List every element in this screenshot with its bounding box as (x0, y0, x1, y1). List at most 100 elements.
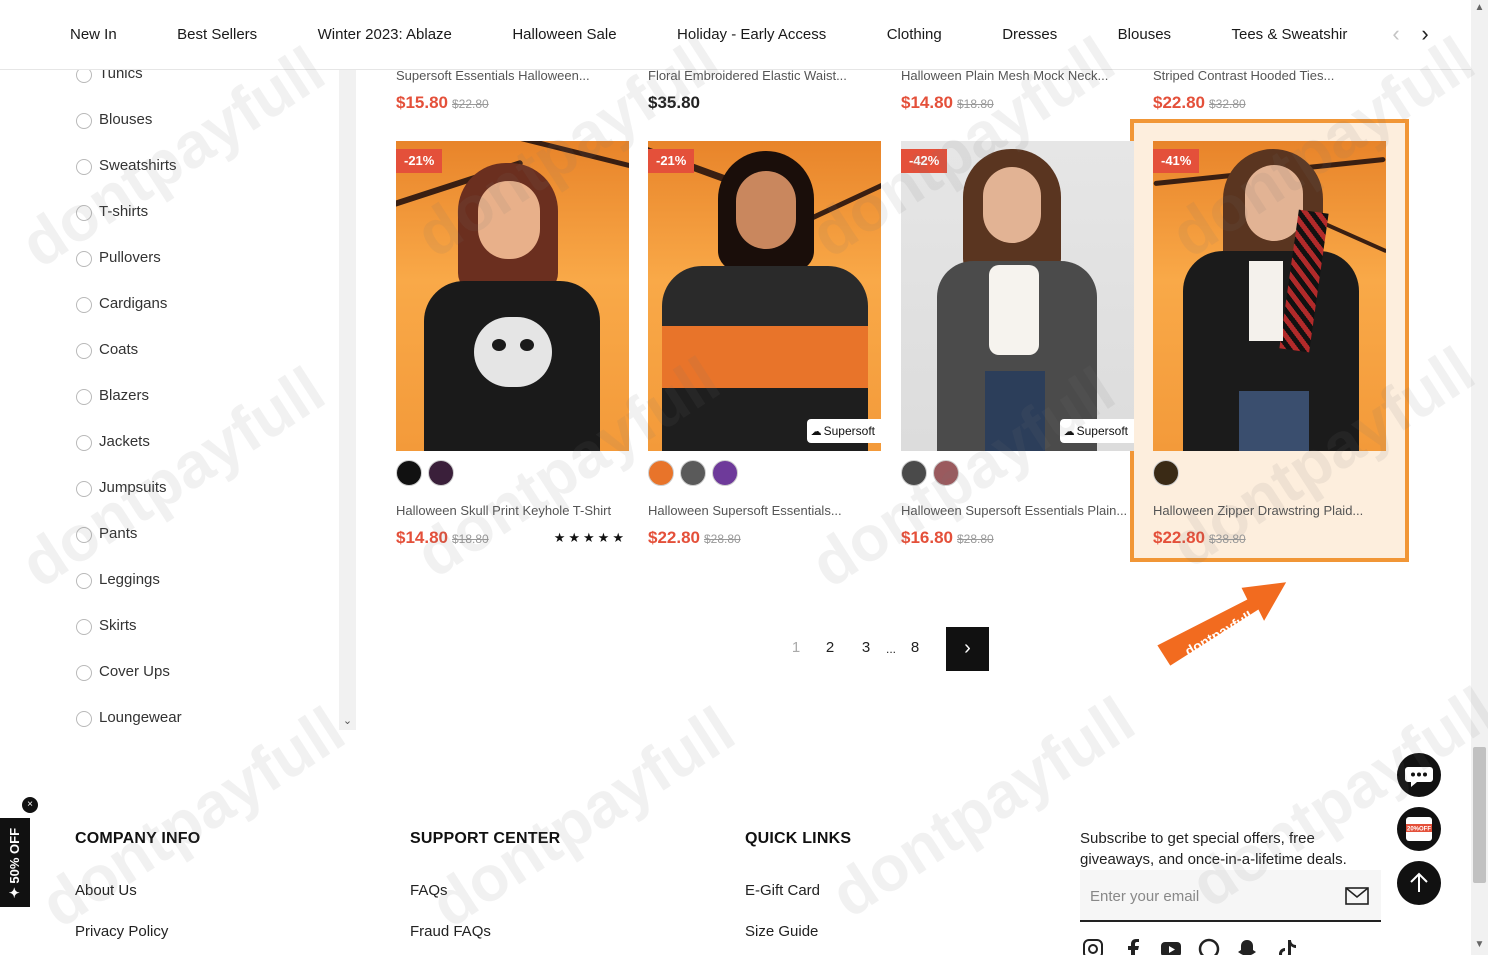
footer-link-about-us[interactable]: About Us (75, 882, 137, 899)
product-card[interactable]: -21% Halloween Skull Print Keyhole T-Shi… (396, 141, 629, 547)
page-2[interactable]: 2 (820, 639, 840, 656)
filter-option-cardigans[interactable]: Cardigans (76, 294, 326, 316)
color-swatch-grey[interactable] (680, 460, 706, 486)
back-to-top-button[interactable] (1397, 861, 1441, 905)
snapchat-icon[interactable] (1236, 938, 1258, 955)
color-swatch-orange[interactable] (648, 460, 674, 486)
radio-button[interactable] (76, 481, 92, 497)
page-8[interactable]: 8 (905, 639, 925, 656)
nav-item-clothing[interactable]: Clothing (887, 24, 942, 46)
radio-button[interactable] (76, 297, 92, 313)
facebook-icon[interactable] (1122, 938, 1144, 955)
chevron-left-icon[interactable]: ‹ (1384, 22, 1408, 48)
nav-item-dresses[interactable]: Dresses (1002, 24, 1057, 46)
product-prices: $35.80 (648, 93, 881, 115)
filter-option-jumpsuits[interactable]: Jumpsuits (76, 478, 326, 500)
radio-button[interactable] (76, 573, 92, 589)
scrollbar-thumb[interactable] (1473, 747, 1486, 883)
product-title[interactable]: Halloween Supersoft Essentials Plain... (901, 503, 1134, 521)
product-image[interactable]: -21% (396, 141, 629, 451)
filter-option-skirts[interactable]: Skirts (76, 616, 326, 638)
product-title[interactable]: Floral Embroidered Elastic Waist... (648, 68, 881, 86)
product-card-partial[interactable]: Halloween Plain Mesh Mock Neck... $14.80… (901, 68, 1134, 115)
product-title[interactable]: Halloween Plain Mesh Mock Neck... (901, 68, 1134, 86)
radio-button[interactable] (76, 389, 92, 405)
color-swatch-brown[interactable] (1153, 460, 1179, 486)
promo-tab-50-off[interactable]: ✦ 50% OFF (0, 818, 30, 907)
chat-button[interactable] (1397, 753, 1441, 797)
pagination: 1 2 3 ... 8 › (780, 627, 995, 671)
radio-button[interactable] (76, 711, 92, 727)
filter-option-sweatshirts[interactable]: Sweatshirts (76, 156, 326, 178)
nav-item-tees-sweatshirts[interactable]: Tees & Sweatshir (1232, 24, 1348, 46)
product-card-highlighted[interactable]: -41% Halloween Zipper Drawstring Plaid..… (1153, 141, 1386, 547)
pinterest-icon[interactable] (1198, 938, 1220, 955)
product-card[interactable]: -42% ☁ Supersoft Halloween Supersoft Esse… (901, 141, 1134, 547)
product-card-partial[interactable]: Striped Contrast Hooded Ties... $22.80 $3… (1153, 68, 1386, 115)
coupon-button[interactable]: 20%OFF (1397, 807, 1441, 851)
product-title[interactable]: Halloween Zipper Drawstring Plaid... (1153, 503, 1386, 521)
filter-option-jackets[interactable]: Jackets (76, 432, 326, 454)
radio-button[interactable] (76, 113, 92, 129)
radio-button[interactable] (76, 435, 92, 451)
filter-option-pullovers[interactable]: Pullovers (76, 248, 326, 270)
page-1[interactable]: 1 (786, 639, 806, 656)
youtube-icon[interactable] (1160, 938, 1182, 955)
product-card-partial[interactable]: Floral Embroidered Elastic Waist... $35.… (648, 68, 881, 115)
radio-button[interactable] (76, 343, 92, 359)
filter-option-coats[interactable]: Coats (76, 340, 326, 362)
filter-option-blazers[interactable]: Blazers (76, 386, 326, 408)
nav-item-halloween-sale[interactable]: Halloween Sale (512, 24, 616, 46)
nav-item-best-sellers[interactable]: Best Sellers (177, 24, 257, 46)
radio-button[interactable] (76, 527, 92, 543)
radio-button[interactable] (76, 205, 92, 221)
footer-link-size-guide[interactable]: Size Guide (745, 923, 818, 940)
mail-icon[interactable] (1345, 887, 1369, 905)
color-swatch-black[interactable] (396, 460, 422, 486)
page-scrollbar[interactable]: ▲ ▼ (1471, 0, 1488, 955)
product-title[interactable]: Halloween Skull Print Keyhole T-Shirt (396, 503, 629, 521)
product-card-partial[interactable]: Supersoft Essentials Halloween... $15.80… (396, 68, 629, 115)
nav-item-new-in[interactable]: New In (70, 24, 117, 46)
filter-option-leggings[interactable]: Leggings (76, 570, 326, 592)
scroll-down-icon[interactable]: ▼ (1471, 939, 1488, 953)
color-swatch-purple[interactable] (428, 460, 454, 486)
tiktok-icon[interactable] (1276, 938, 1298, 955)
nav-item-blouses[interactable]: Blouses (1118, 24, 1171, 46)
chevron-right-icon[interactable]: › (1413, 22, 1437, 48)
product-title[interactable]: Striped Contrast Hooded Ties... (1153, 68, 1386, 86)
filter-option-cover-ups[interactable]: Cover Ups (76, 662, 326, 684)
product-image[interactable]: -21% ☁ Supersoft (648, 141, 881, 451)
filter-option-t-shirts[interactable]: T-shirts (76, 202, 326, 224)
filter-option-loungewear[interactable]: Loungewear (76, 708, 326, 730)
product-card[interactable]: -21% ☁ Supersoft Halloween Supersoft Esse… (648, 141, 881, 547)
nav-item-holiday-early-access[interactable]: Holiday - Early Access (677, 24, 826, 46)
radio-button[interactable] (76, 665, 92, 681)
page-3[interactable]: 3 (856, 639, 876, 656)
radio-button[interactable] (76, 251, 92, 267)
product-title[interactable]: Supersoft Essentials Halloween... (396, 68, 629, 86)
chevron-down-icon[interactable]: ⌄ (339, 714, 356, 728)
footer-link-e-gift-card[interactable]: E-Gift Card (745, 882, 820, 899)
close-icon[interactable]: × (22, 797, 38, 813)
color-swatch-dark-grey[interactable] (901, 460, 927, 486)
product-image[interactable]: -41% (1153, 141, 1386, 451)
filter-option-pants[interactable]: Pants (76, 524, 326, 546)
email-input[interactable] (1090, 884, 1330, 908)
footer-link-fraud-faqs[interactable]: Fraud FAQs (410, 923, 491, 940)
nav-item-winter-2023[interactable]: Winter 2023: Ablaze (318, 24, 452, 46)
next-page-button[interactable]: › (946, 627, 989, 671)
radio-button[interactable] (76, 159, 92, 175)
original-price: $18.80 (957, 97, 994, 111)
color-swatch-purple[interactable] (712, 460, 738, 486)
sidebar-scrollbar[interactable]: ⌄ (339, 70, 356, 730)
filter-option-blouses[interactable]: Blouses (76, 110, 326, 132)
footer-link-faqs[interactable]: FAQs (410, 882, 448, 899)
product-title[interactable]: Halloween Supersoft Essentials... (648, 503, 881, 521)
product-image[interactable]: -42% ☁ Supersoft (901, 141, 1134, 451)
color-swatch-mauve[interactable] (933, 460, 959, 486)
scroll-up-icon[interactable]: ▲ (1471, 2, 1488, 16)
footer-link-privacy-policy[interactable]: Privacy Policy (75, 923, 168, 940)
instagram-icon[interactable] (1082, 938, 1104, 955)
radio-button[interactable] (76, 619, 92, 635)
